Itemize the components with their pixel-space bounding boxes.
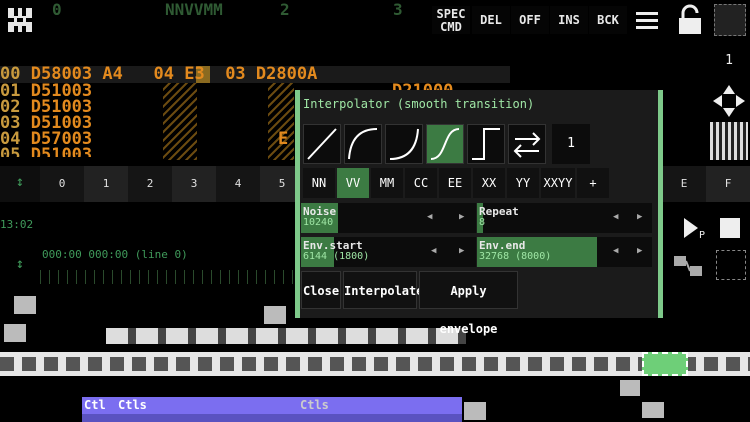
column-0: 0 bbox=[52, 0, 62, 19]
track-number[interactable]: F bbox=[706, 166, 750, 202]
apply-envelope-button[interactable]: Apply envelope bbox=[419, 271, 518, 336]
pattern-row[interactable]: 00 D58003 A4 04 E3 03 D2800A bbox=[0, 66, 510, 83]
env-end-value: 32768 (8000) bbox=[479, 251, 552, 262]
mode-add-button[interactable]: + bbox=[577, 168, 609, 198]
repeat-value: 8 bbox=[479, 217, 486, 228]
track-number[interactable]: 2 bbox=[128, 166, 172, 202]
ctls-label: Ctls bbox=[300, 398, 329, 412]
pattern-glyphs bbox=[0, 357, 750, 371]
ctls-label: Ctls bbox=[118, 398, 147, 412]
arrows-icon[interactable] bbox=[710, 82, 748, 120]
pattern-block[interactable] bbox=[620, 380, 640, 396]
curve-ease-in-button[interactable] bbox=[385, 124, 423, 164]
app-logo-icon[interactable] bbox=[4, 4, 36, 36]
increase-icon[interactable]: ▶ bbox=[637, 246, 642, 256]
pattern-sequence[interactable] bbox=[106, 328, 466, 344]
increase-icon[interactable]: ▶ bbox=[459, 246, 464, 256]
noise-value: 10240 bbox=[303, 217, 334, 228]
mode-vv-button[interactable]: VV bbox=[337, 168, 369, 198]
column-2: 2 bbox=[280, 0, 290, 19]
bck-button[interactable]: BCK bbox=[589, 6, 627, 34]
ctl-track-bar-lower bbox=[82, 414, 462, 422]
del-button[interactable]: DEL bbox=[472, 6, 510, 34]
interpolator-title: Interpolator (smooth transition) bbox=[303, 97, 535, 111]
scroll-arrows-icon[interactable]: ↕ bbox=[6, 174, 34, 194]
mode-yy-button[interactable]: YY bbox=[507, 168, 539, 198]
decrease-icon[interactable]: ◀ bbox=[431, 246, 436, 256]
pattern-block[interactable] bbox=[642, 402, 664, 418]
selection-icon[interactable] bbox=[716, 250, 746, 280]
env-start-field[interactable]: Env.start 6144 (1800) ◀ ▶ bbox=[301, 237, 476, 267]
track-number[interactable]: 0 bbox=[40, 166, 84, 202]
pattern-block[interactable] bbox=[14, 296, 36, 314]
ctl-label: Ctl bbox=[84, 398, 106, 412]
column-3: 3 bbox=[393, 0, 403, 19]
stop-icon[interactable] bbox=[720, 218, 740, 238]
selected-pattern[interactable] bbox=[642, 352, 688, 376]
increase-icon[interactable]: ▶ bbox=[459, 212, 464, 222]
decrease-icon[interactable]: ◀ bbox=[613, 212, 618, 222]
increase-icon[interactable]: ▶ bbox=[637, 212, 642, 222]
position-display: 000:00 000:00 (line 0) bbox=[42, 248, 188, 261]
mode-xxyy-button[interactable]: XXYY bbox=[541, 168, 575, 198]
curve-linear-button[interactable] bbox=[303, 124, 341, 164]
track-number[interactable]: 1 bbox=[84, 166, 128, 202]
curve-step-button[interactable] bbox=[467, 124, 505, 164]
square-icon[interactable] bbox=[714, 4, 746, 36]
decrease-icon[interactable]: ◀ bbox=[427, 212, 432, 222]
env-end-field[interactable]: Env.end 32768 (8000) ◀ ▶ bbox=[477, 237, 652, 267]
column-1: NNVVMM bbox=[165, 0, 223, 19]
env-start-value: 6144 (1800) bbox=[303, 251, 370, 262]
pattern-block[interactable] bbox=[464, 402, 486, 420]
mode-cc-button[interactable]: CC bbox=[405, 168, 437, 198]
ins-button[interactable]: INS bbox=[550, 6, 588, 34]
noise-field[interactable]: Noise 10240 ◀ ▶ bbox=[301, 203, 476, 233]
time-display: 13:02 bbox=[0, 218, 34, 231]
curve-ease-out-button[interactable] bbox=[344, 124, 382, 164]
spec-cmd-button[interactable]: SPEC CMD bbox=[432, 6, 470, 34]
mode-ee-button[interactable]: EE bbox=[439, 168, 471, 198]
track-number[interactable]: 3 bbox=[172, 166, 216, 202]
svg-text:P: P bbox=[699, 230, 705, 241]
lock-icon[interactable] bbox=[676, 4, 704, 36]
scroll-arrows-icon[interactable]: ↕ bbox=[6, 256, 34, 276]
curve-count[interactable]: 1 bbox=[552, 124, 590, 164]
mode-mm-button[interactable]: MM bbox=[371, 168, 403, 198]
swap-icon[interactable] bbox=[508, 124, 546, 164]
menu-icon[interactable] bbox=[636, 10, 662, 30]
link-icon[interactable] bbox=[672, 252, 708, 280]
pattern-block[interactable] bbox=[4, 324, 26, 342]
close-button[interactable]: Close bbox=[301, 271, 341, 309]
track-count[interactable]: 1 bbox=[710, 42, 748, 80]
interpolate-button[interactable]: Interpolate bbox=[343, 271, 423, 309]
off-button[interactable]: OFF bbox=[511, 6, 549, 34]
play-icon[interactable]: P bbox=[680, 214, 710, 242]
qr-icon[interactable] bbox=[710, 122, 748, 160]
track-number[interactable]: 4 bbox=[216, 166, 260, 202]
decrease-icon[interactable]: ◀ bbox=[613, 246, 618, 256]
pattern-block[interactable] bbox=[264, 306, 286, 324]
mode-xx-button[interactable]: XX bbox=[473, 168, 505, 198]
repeat-field[interactable]: Repeat 8 ◀ ▶ bbox=[477, 203, 652, 233]
curve-smooth-button[interactable] bbox=[426, 124, 464, 164]
track-number[interactable]: E bbox=[662, 166, 706, 202]
mode-nn-button[interactable]: NN bbox=[303, 168, 335, 198]
